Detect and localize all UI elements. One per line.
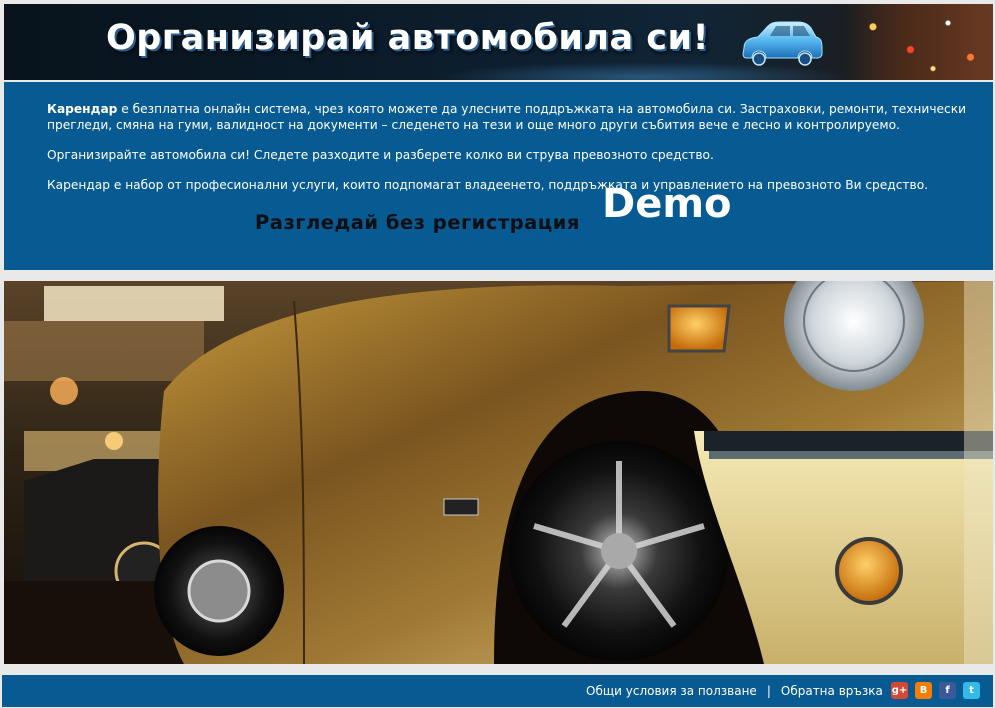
hero-car-image <box>4 281 993 664</box>
facebook-icon[interactable]: f <box>939 682 956 699</box>
browse-without-registration-link[interactable]: Разгледай без регистрация <box>255 213 580 233</box>
intro-paragraph-2: Организирайте автомобила си! Следете раз… <box>47 148 714 162</box>
demo-row: Разгледай без регистрация Demo <box>4 184 993 246</box>
intro-paragraph-1: Карендар е безплатна онлайн система, чре… <box>47 101 967 133</box>
footer-links: Общи условия за ползване | Обратна връзка <box>586 684 883 698</box>
blogger-icon[interactable]: B <box>915 682 932 699</box>
demo-button[interactable]: Demo <box>602 184 732 224</box>
twitter-icon[interactable]: t <box>963 682 980 699</box>
feedback-link[interactable]: Обратна връзка <box>781 684 883 698</box>
intro-panel: Карендар е безплатна онлайн система, чре… <box>4 82 993 270</box>
brand-name: Карендар <box>47 102 118 116</box>
page-title: Организирай автомобила си! <box>106 18 710 58</box>
intro-paragraph-3: Карендар е набор от професионални услуги… <box>47 178 929 192</box>
car-icon <box>742 21 823 66</box>
google-plus-icon[interactable]: g+ <box>891 682 908 699</box>
header-banner: Организирай автомобила си! <box>4 4 993 80</box>
banner-city-lights <box>843 4 993 80</box>
footer: Общи условия за ползване | Обратна връзка … <box>2 675 993 707</box>
intro-paragraph-1-text: е безплатна онлайн система, чрез която м… <box>47 102 966 132</box>
footer-separator: | <box>766 684 771 698</box>
terms-link[interactable]: Общи условия за ползване <box>586 684 757 698</box>
car-photo <box>4 281 993 664</box>
